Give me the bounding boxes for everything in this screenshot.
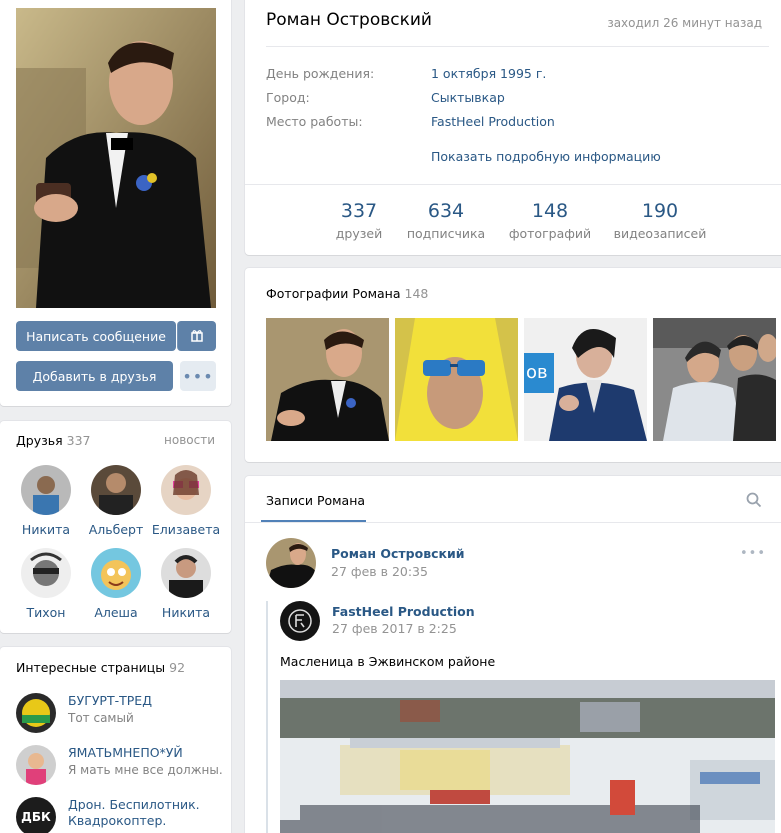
friend-name: Алеша — [94, 605, 138, 620]
photo-thumb[interactable]: ов — [524, 318, 647, 441]
page-title: БУГУРТ-ТРЕД — [68, 693, 152, 708]
repost-author-name[interactable]: FastHeel Production — [332, 604, 475, 619]
pages-count: 92 — [169, 660, 186, 675]
fastheel-logo-icon — [288, 609, 312, 633]
page-avatar — [16, 693, 56, 733]
wall-card: Записи Романа Роман Островский 27 фев в … — [245, 476, 781, 833]
page-subtitle: Я мать мне все должны. — [68, 763, 223, 777]
friend-item[interactable]: Альберт — [81, 465, 151, 537]
page-subtitle: Тот самый — [68, 711, 134, 725]
friend-item[interactable]: Никита — [11, 465, 81, 537]
friends-count: 337 — [66, 433, 91, 448]
counter-followers[interactable]: 634 подписчика — [391, 200, 501, 241]
friend-name: Никита — [21, 522, 71, 537]
photos-title: Фотографии Романа — [266, 286, 401, 301]
info-value-city[interactable]: Сыктывкар — [431, 90, 505, 105]
divider — [245, 522, 781, 523]
friend-avatar — [91, 465, 141, 515]
add-friend-button[interactable]: Добавить в друзья — [16, 361, 173, 391]
friend-name: Елизавета — [151, 522, 221, 537]
friend-avatar — [21, 548, 71, 598]
pages-title: Интересные страницы — [16, 660, 166, 675]
friend-avatar — [161, 465, 211, 515]
friend-avatar — [21, 465, 71, 515]
friend-name: Тихон — [26, 605, 66, 620]
svg-text:ов: ов — [526, 362, 548, 383]
avatar-card: Написать сообщение Добавить в друзья ••• — [0, 0, 231, 406]
photos-count: 148 — [404, 286, 429, 301]
more-actions-button[interactable]: ••• — [180, 361, 216, 391]
page-item[interactable]: БУГУРТ-ТРЕД Тот самый — [16, 693, 152, 733]
search-icon[interactable] — [746, 492, 762, 511]
friends-card: Друзья 337 новости Никита Альберт Елизаве… — [0, 421, 231, 633]
info-label: Город: — [266, 90, 310, 105]
last-seen-status: заходил 26 минут назад — [607, 16, 762, 30]
counter-photos[interactable]: 148 фотографий — [495, 200, 605, 241]
pages-header[interactable]: Интересные страницы 92 — [16, 660, 185, 675]
counter-videos[interactable]: 190 видеозаписей — [605, 200, 715, 241]
divider — [266, 46, 769, 47]
divider — [245, 184, 781, 185]
friend-item[interactable]: Тихон — [11, 548, 81, 620]
gift-button[interactable] — [177, 321, 216, 351]
friend-name: Никита — [161, 605, 211, 620]
friends-news-link[interactable]: новости — [164, 433, 215, 447]
profile-info-card: Роман Островский заходил 26 минут назад … — [245, 0, 781, 255]
page-title: ЯМАТЬМНЕПО*УЙ — [68, 745, 183, 760]
show-more-info-link[interactable]: Показать подробную информацию — [431, 149, 661, 164]
post-text: Масленица в Эжвинском районе — [280, 654, 496, 669]
page-item[interactable]: ЯМАТЬМНЕПО*УЙ Я мать мне все должны. — [16, 745, 223, 785]
photo-thumb[interactable] — [653, 318, 776, 441]
friend-name: Альберт — [88, 522, 144, 537]
gift-icon — [190, 328, 204, 345]
page-item[interactable]: ДБК Дрон. Беспилотник. Квадрокоптер. — [16, 797, 200, 833]
friends-title: Друзья — [16, 433, 63, 448]
page-subtitle: Квадрокоптер. — [68, 813, 167, 828]
friend-avatar — [91, 548, 141, 598]
send-message-button[interactable]: Написать сообщение — [16, 321, 176, 351]
repost-author-avatar[interactable] — [280, 601, 320, 641]
photos-header[interactable]: Фотографии Романа 148 — [266, 286, 428, 301]
photos-card: Фотографии Романа 148 ов — [245, 268, 781, 462]
info-label: День рождения: — [266, 66, 375, 81]
friend-item[interactable]: Алеша — [81, 548, 151, 620]
info-value-birthday[interactable]: 1 октября 1995 г. — [431, 66, 546, 81]
photo-thumb[interactable] — [395, 318, 518, 441]
repost-date[interactable]: 27 фев 2017 в 2:25 — [332, 621, 457, 636]
interesting-pages-card: Интересные страницы 92 БУГУРТ-ТРЕД Тот сам… — [0, 647, 231, 833]
post-author-avatar[interactable] — [266, 538, 316, 588]
info-label: Место работы: — [266, 114, 363, 129]
friends-header[interactable]: Друзья 337 — [16, 433, 91, 448]
page-title: Дрон. Беспилотник. — [68, 797, 200, 812]
post-menu-icon[interactable]: ••• — [740, 546, 766, 561]
profile-avatar[interactable] — [16, 8, 216, 308]
repost-bar — [266, 601, 268, 833]
friend-avatar — [161, 548, 211, 598]
friend-item[interactable]: Никита — [151, 548, 221, 620]
tab-wall-posts[interactable]: Записи Романа — [266, 493, 365, 508]
profile-name: Роман Островский — [266, 10, 432, 30]
page-badge: ДБК — [21, 810, 51, 824]
page-avatar — [16, 745, 56, 785]
post-author-name[interactable]: Роман Островский — [331, 546, 465, 561]
post-image[interactable] — [280, 680, 775, 833]
friend-item[interactable]: Елизавета — [151, 465, 221, 537]
photo-thumb[interactable] — [266, 318, 389, 441]
post-date[interactable]: 27 фев в 20:35 — [331, 564, 428, 579]
info-value-work[interactable]: FastHeel Production — [431, 114, 555, 129]
page-avatar: ДБК — [16, 797, 56, 833]
more-dots-icon: ••• — [182, 366, 214, 386]
